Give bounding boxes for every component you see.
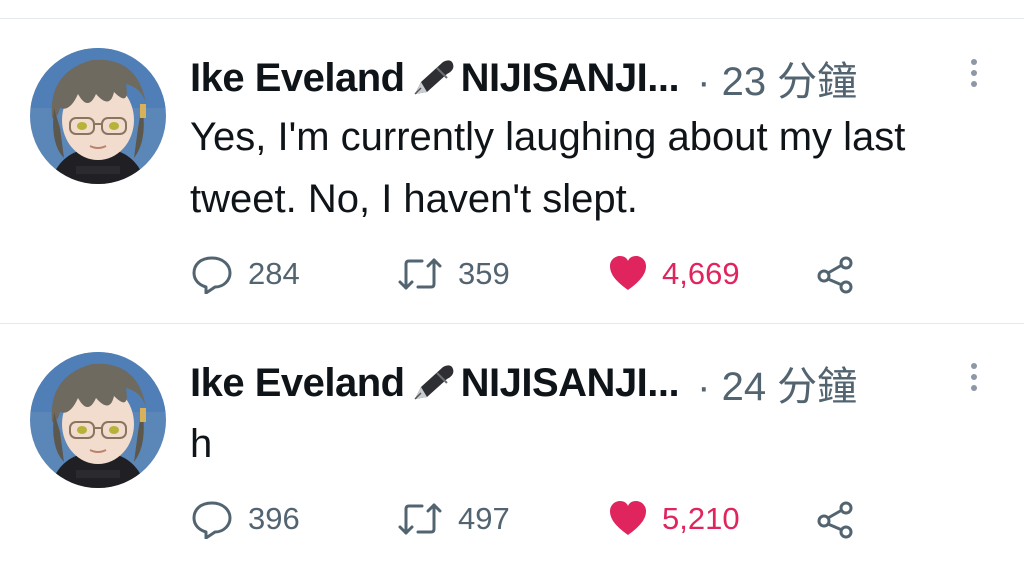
more-vertical-icon[interactable] <box>964 56 984 96</box>
fountain-pen-icon <box>407 361 459 405</box>
reply-button[interactable]: 284 <box>190 254 300 294</box>
like-count: 5,210 <box>662 501 740 536</box>
reply-count: 396 <box>248 501 300 536</box>
tweet-header: Ike Eveland NIJISANJI... · 23 分鐘 <box>190 50 944 106</box>
more-vertical-icon[interactable] <box>964 360 984 400</box>
heart-icon <box>608 254 648 294</box>
avatar[interactable] <box>30 48 166 184</box>
author-name[interactable]: Ike Eveland <box>190 56 405 101</box>
share-button[interactable] <box>816 499 856 539</box>
like-button[interactable]: 5,210 <box>608 499 740 539</box>
tweet-actions: 284 359 4,669 <box>190 254 890 294</box>
retweet-count: 359 <box>458 256 510 291</box>
reply-button[interactable]: 396 <box>190 499 300 539</box>
timestamp[interactable]: · 24 分鐘 <box>697 354 857 412</box>
top-divider <box>0 18 1024 19</box>
heart-icon <box>608 499 648 539</box>
share-icon <box>816 254 856 294</box>
retweet-button[interactable]: 359 <box>396 254 510 294</box>
reply-icon <box>190 254 234 294</box>
tweet-actions: 396 497 5,210 <box>190 499 890 539</box>
timestamp[interactable]: · 23 分鐘 <box>697 49 857 107</box>
retweet-button[interactable]: 497 <box>396 499 510 539</box>
retweet-icon <box>396 254 444 294</box>
tweet-header: Ike Eveland NIJISANJI... · 24 分鐘 <box>190 355 944 411</box>
share-button[interactable] <box>816 254 856 294</box>
fountain-pen-icon <box>407 56 459 100</box>
avatar[interactable] <box>30 352 166 488</box>
reply-count: 284 <box>248 256 300 291</box>
like-button[interactable]: 4,669 <box>608 254 740 294</box>
tweet-text: Yes, I'm currently laughing about my las… <box>190 115 906 221</box>
like-count: 4,669 <box>662 256 740 291</box>
retweet-count: 497 <box>458 501 510 536</box>
tweet-divider <box>0 323 1024 324</box>
reply-icon <box>190 499 234 539</box>
author-handle-suffix[interactable]: NIJISANJI... <box>461 56 680 101</box>
author-handle-suffix[interactable]: NIJISANJI... <box>461 361 680 406</box>
tweet-text: h <box>190 422 213 466</box>
retweet-icon <box>396 499 444 539</box>
share-icon <box>816 499 856 539</box>
author-name[interactable]: Ike Eveland <box>190 361 405 406</box>
